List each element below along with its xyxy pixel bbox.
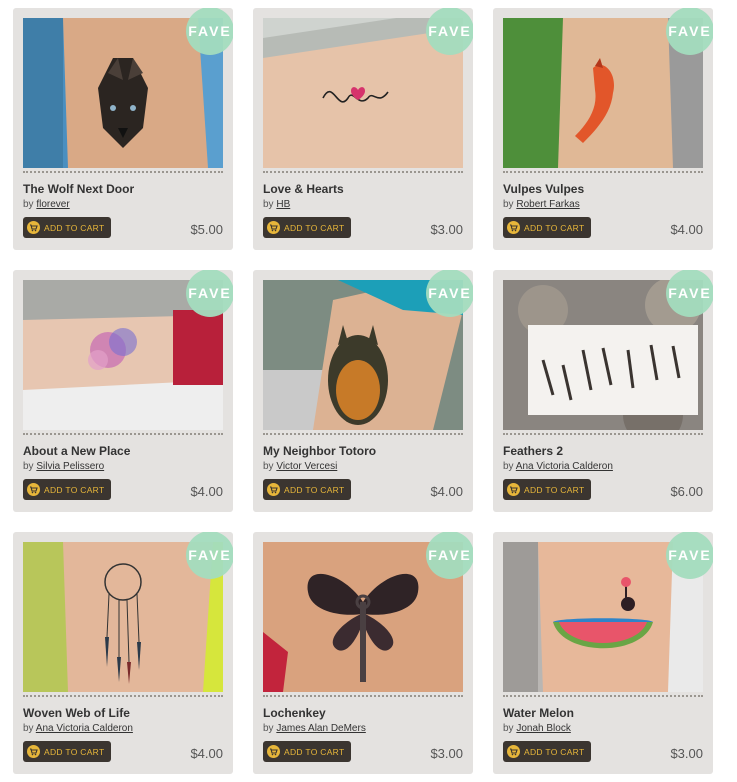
product-price: $4.00 [430, 484, 463, 499]
product-title[interactable]: My Neighbor Totoro [263, 444, 376, 458]
product-byline: by Silvia Pelissero [23, 461, 104, 472]
product-card: FAVE Love & Hearts by HB ADD TO CART $3.… [253, 8, 473, 250]
by-label: by [503, 461, 514, 472]
author-link[interactable]: Robert Farkas [516, 199, 579, 210]
product-card: FAVE Vulpes Vulpes by Robert Farkas ADD … [493, 8, 713, 250]
add-to-cart-button[interactable]: ADD TO CART [263, 217, 351, 238]
author-link[interactable]: florever [36, 199, 69, 210]
cart-icon [507, 221, 520, 234]
product-price: $6.00 [670, 484, 703, 499]
cart-icon [27, 483, 40, 496]
product-title[interactable]: About a New Place [23, 444, 130, 458]
product-byline: by Jonah Block [503, 723, 571, 734]
author-link[interactable]: Victor Vercesi [276, 461, 337, 472]
fave-badge[interactable]: FAVE [666, 270, 713, 317]
add-to-cart-button[interactable]: ADD TO CART [263, 741, 351, 762]
dotted-divider [263, 695, 463, 697]
add-to-cart-button[interactable]: ADD TO CART [263, 479, 351, 500]
product-title[interactable]: Water Melon [503, 706, 574, 720]
product-price: $3.00 [430, 746, 463, 761]
add-to-cart-label: ADD TO CART [284, 746, 345, 757]
product-price: $5.00 [190, 222, 223, 237]
product-byline: by Victor Vercesi [263, 461, 337, 472]
cart-icon [267, 745, 280, 758]
product-price: $3.00 [430, 222, 463, 237]
fave-badge[interactable]: FAVE [186, 532, 233, 579]
product-card: FAVE Water Melon by Jonah Block ADD TO C… [493, 532, 713, 774]
product-card: FAVE My Neighbor Totoro by Victor Verces… [253, 270, 473, 512]
product-byline: by Robert Farkas [503, 199, 580, 210]
add-to-cart-button[interactable]: ADD TO CART [23, 479, 111, 500]
by-label: by [263, 723, 274, 734]
product-title[interactable]: Feathers 2 [503, 444, 563, 458]
by-label: by [503, 199, 514, 210]
product-card: FAVE Lochenkey by James Alan DeMers ADD … [253, 532, 473, 774]
add-to-cart-button[interactable]: ADD TO CART [503, 741, 591, 762]
add-to-cart-label: ADD TO CART [284, 222, 345, 233]
product-card: FAVE The Wolf Next Door by florever ADD … [13, 8, 233, 250]
product-byline: by Ana Victoria Calderon [23, 723, 133, 734]
by-label: by [23, 723, 34, 734]
add-to-cart-label: ADD TO CART [524, 222, 585, 233]
by-label: by [263, 461, 274, 472]
dotted-divider [503, 433, 703, 435]
cart-icon [27, 745, 40, 758]
add-to-cart-label: ADD TO CART [284, 484, 345, 495]
fave-badge[interactable]: FAVE [666, 8, 713, 55]
product-title[interactable]: The Wolf Next Door [23, 182, 134, 196]
cart-icon [507, 745, 520, 758]
product-card: FAVE Feathers 2 by Ana Victoria Calderon… [493, 270, 713, 512]
add-to-cart-button[interactable]: ADD TO CART [23, 217, 111, 238]
author-link[interactable]: Silvia Pelissero [36, 461, 104, 472]
by-label: by [263, 199, 274, 210]
add-to-cart-button[interactable]: ADD TO CART [503, 479, 591, 500]
cart-icon [267, 483, 280, 496]
dotted-divider [23, 433, 223, 435]
fave-badge[interactable]: FAVE [666, 532, 713, 579]
product-price: $3.00 [670, 746, 703, 761]
dotted-divider [263, 433, 463, 435]
dotted-divider [23, 171, 223, 173]
add-to-cart-button[interactable]: ADD TO CART [23, 741, 111, 762]
add-to-cart-label: ADD TO CART [44, 746, 105, 757]
product-byline: by HB [263, 199, 290, 210]
by-label: by [23, 461, 34, 472]
product-byline: by florever [23, 199, 70, 210]
by-label: by [503, 723, 514, 734]
dotted-divider [503, 695, 703, 697]
fave-badge[interactable]: FAVE [426, 270, 473, 317]
product-card: FAVE Woven Web of Life by Ana Victoria C… [13, 532, 233, 774]
product-title[interactable]: Lochenkey [263, 706, 326, 720]
fave-badge[interactable]: FAVE [186, 270, 233, 317]
product-price: $4.00 [670, 222, 703, 237]
dotted-divider [23, 695, 223, 697]
author-link[interactable]: James Alan DeMers [276, 723, 365, 734]
product-price: $4.00 [190, 484, 223, 499]
product-card: FAVE About a New Place by Silvia Pelisse… [13, 270, 233, 512]
author-link[interactable]: Jonah Block [516, 723, 570, 734]
add-to-cart-label: ADD TO CART [44, 484, 105, 495]
product-byline: by James Alan DeMers [263, 723, 366, 734]
author-link[interactable]: HB [276, 199, 290, 210]
dotted-divider [503, 171, 703, 173]
cart-icon [267, 221, 280, 234]
product-price: $4.00 [190, 746, 223, 761]
product-byline: by Ana Victoria Calderon [503, 461, 613, 472]
product-title[interactable]: Woven Web of Life [23, 706, 130, 720]
fave-badge[interactable]: FAVE [186, 8, 233, 55]
product-title[interactable]: Love & Hearts [263, 182, 344, 196]
by-label: by [23, 199, 34, 210]
add-to-cart-label: ADD TO CART [524, 746, 585, 757]
cart-icon [507, 483, 520, 496]
fave-badge[interactable]: FAVE [426, 532, 473, 579]
cart-icon [27, 221, 40, 234]
author-link[interactable]: Ana Victoria Calderon [516, 461, 613, 472]
add-to-cart-button[interactable]: ADD TO CART [503, 217, 591, 238]
dotted-divider [263, 171, 463, 173]
fave-badge[interactable]: FAVE [426, 8, 473, 55]
add-to-cart-label: ADD TO CART [524, 484, 585, 495]
add-to-cart-label: ADD TO CART [44, 222, 105, 233]
author-link[interactable]: Ana Victoria Calderon [36, 723, 133, 734]
product-title[interactable]: Vulpes Vulpes [503, 182, 584, 196]
